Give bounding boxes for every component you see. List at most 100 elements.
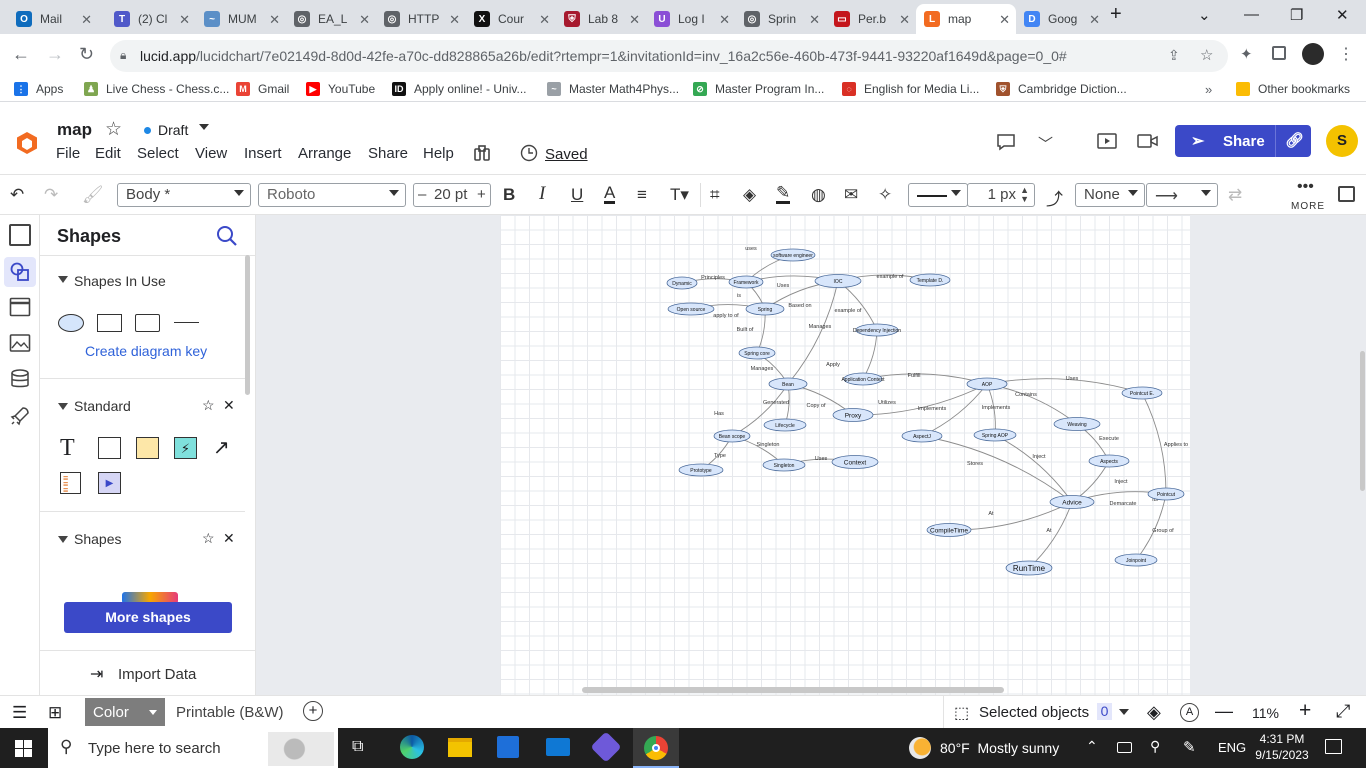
format-painter-icon[interactable]: 🖌︎ xyxy=(82,185,104,205)
list-shape-icon[interactable]: ≡ ≡ ≡ xyxy=(60,472,81,495)
note-shape[interactable] xyxy=(136,437,159,459)
share-page-icon[interactable]: ⇪ xyxy=(1168,47,1180,64)
shapes-icon[interactable] xyxy=(9,261,31,283)
notifications-icon[interactable] xyxy=(1325,739,1342,754)
text-shape-icon[interactable]: T xyxy=(60,435,75,462)
diagram-edge[interactable] xyxy=(948,501,1073,531)
image-icon[interactable] xyxy=(9,333,31,353)
arrow-shape-icon[interactable]: ↗ xyxy=(213,435,230,460)
pin-star-icon[interactable]: ☆ xyxy=(202,530,215,547)
close-section-icon[interactable]: ✕ xyxy=(223,397,235,414)
clock-time[interactable]: 4:31 PM xyxy=(1256,732,1308,746)
panel-toggle-icon[interactable] xyxy=(1338,186,1355,202)
reload-icon[interactable]: ↻ xyxy=(79,44,94,65)
import-data-button[interactable]: Import Data xyxy=(118,666,196,683)
diagram-edge[interactable] xyxy=(986,378,1143,394)
zoom-in-icon[interactable]: + xyxy=(1299,699,1311,723)
taskbar-search[interactable]: ⚲ Type here to search xyxy=(48,728,338,768)
diagram-node-pointcut[interactable]: Pointcut xyxy=(1147,487,1185,501)
line-shape-icon[interactable]: ⤴ xyxy=(1046,185,1063,210)
chevron-down-icon[interactable] xyxy=(1119,709,1129,715)
text-color-icon[interactable]: A xyxy=(604,184,616,204)
diagram-node-advice[interactable]: Advice xyxy=(1049,495,1095,509)
diagram-node-proto[interactable]: Prototype xyxy=(678,463,724,477)
diagram-node-single[interactable]: Singleton xyxy=(762,458,806,472)
line-color-icon[interactable]: ✎ xyxy=(776,184,791,204)
bold-icon[interactable]: B xyxy=(503,185,515,205)
collapse-caret-icon[interactable] xyxy=(58,276,68,283)
tab-close-icon[interactable]: ✕ xyxy=(359,12,370,28)
browser-tab[interactable]: ◎ EA_L ✕ xyxy=(286,4,376,34)
menu-help[interactable]: Help xyxy=(423,145,454,162)
diagram-edge[interactable] xyxy=(986,383,1078,425)
diagram-node-tpl[interactable]: Template D. xyxy=(909,273,951,287)
extensions-icon[interactable]: ✦ xyxy=(1240,45,1253,63)
browser-tab[interactable]: O Mail ✕ xyxy=(8,4,98,34)
bookmark-item[interactable]: ⛨ Cambridge Diction... xyxy=(996,82,1127,96)
tab-close-icon[interactable]: ✕ xyxy=(719,12,730,28)
layers-icon[interactable]: ◈ xyxy=(1147,702,1161,723)
edge-icon[interactable] xyxy=(400,735,424,759)
search-icon[interactable] xyxy=(216,225,238,247)
back-icon[interactable]: ← xyxy=(12,44,30,65)
maximize-icon[interactable]: ❐ xyxy=(1290,6,1303,24)
file-explorer-icon[interactable] xyxy=(448,738,472,757)
diagram-edge[interactable] xyxy=(862,329,878,380)
present-icon[interactable] xyxy=(1097,133,1117,149)
underline-icon[interactable]: U xyxy=(571,185,583,205)
zoom-level[interactable]: 11% xyxy=(1252,705,1279,721)
add-page-icon[interactable]: + xyxy=(303,701,323,721)
diagram-node-lifecycle[interactable]: Lifecycle xyxy=(763,418,807,432)
diagram-node-ctx[interactable]: Context xyxy=(831,455,879,469)
pin-star-icon[interactable]: ☆ xyxy=(202,397,215,414)
bookmark-item[interactable]: ◌ English for Media Li... xyxy=(842,82,979,96)
diagram-node-proxy[interactable]: Proxy xyxy=(832,408,874,422)
weather-text[interactable]: 80°F Mostly sunny xyxy=(940,740,1059,756)
rectangle-shape[interactable] xyxy=(97,314,122,332)
tab-close-icon[interactable]: ✕ xyxy=(449,12,460,28)
diagram-node-pe[interactable]: Pointcut E. xyxy=(1121,386,1163,400)
draft-caret-icon[interactable] xyxy=(199,124,209,130)
comment-icon[interactable] xyxy=(996,133,1016,151)
diagram-node-dyn[interactable]: Dynamic xyxy=(666,276,698,290)
close-section-icon[interactable]: ✕ xyxy=(223,530,235,547)
browser-tab[interactable]: U Log I ✕ xyxy=(646,4,736,34)
tab-close-icon[interactable]: ✕ xyxy=(899,12,910,28)
profile-avatar[interactable] xyxy=(1302,43,1324,65)
horizontal-scrollbar[interactable] xyxy=(582,687,1004,693)
diagram-node-sc[interactable]: Spring core xyxy=(738,346,776,360)
language-indicator[interactable]: ENG xyxy=(1218,740,1246,755)
diagram-node-os[interactable]: Open source xyxy=(667,302,715,316)
collapse-caret-icon[interactable] xyxy=(58,403,68,410)
conditional-format-icon[interactable]: ✉ xyxy=(844,185,858,205)
diagram-edge[interactable] xyxy=(837,280,878,331)
diagram-node-jp[interactable]: Joinpoint xyxy=(1114,553,1158,567)
diagram-node-aspectj[interactable]: AspectJ xyxy=(901,429,943,443)
video-shape-icon[interactable]: ▶ xyxy=(98,472,121,494)
app-icon[interactable] xyxy=(590,731,622,763)
browser-tab[interactable]: ▭ Per.b ✕ xyxy=(826,4,916,34)
diagram-node-bean[interactable]: Bean xyxy=(768,377,808,391)
diagram-edge[interactable] xyxy=(1135,493,1167,561)
clock-date[interactable]: 9/15/2023 xyxy=(1254,748,1310,762)
bookmark-star-icon[interactable]: ☆ xyxy=(1200,46,1213,64)
bookmark-item[interactable]: ~ Master Math4Phys... xyxy=(547,82,679,96)
tab-close-icon[interactable]: ✕ xyxy=(999,12,1010,28)
diagram-node-fw[interactable]: Framework xyxy=(728,275,764,289)
vertical-scrollbar[interactable] xyxy=(1360,351,1365,491)
battery-icon[interactable] xyxy=(1117,742,1132,753)
other-bookmarks[interactable]: Other bookmarks xyxy=(1236,82,1350,96)
font-select[interactable]: Roboto xyxy=(258,183,406,207)
diagram-node-saop[interactable]: Spring AOP xyxy=(973,428,1017,442)
line-shape[interactable] xyxy=(174,322,199,323)
line-end-select[interactable]: ⟶ xyxy=(1146,183,1218,207)
browser-tab[interactable]: D Goog ✕ xyxy=(1016,4,1106,34)
browser-tab[interactable]: Lmap ✕ xyxy=(916,4,1016,34)
menu-select[interactable]: Select xyxy=(137,145,179,162)
diagram-edge[interactable] xyxy=(921,435,1073,503)
pen-icon[interactable]: ✎ xyxy=(1183,738,1196,756)
redo-icon[interactable]: ↷ xyxy=(44,185,58,205)
block-shape[interactable] xyxy=(98,437,121,459)
document-title[interactable]: map xyxy=(57,120,92,140)
diagram-page[interactable]: uses Principles Uses example of is Based on ap… xyxy=(500,215,1190,695)
